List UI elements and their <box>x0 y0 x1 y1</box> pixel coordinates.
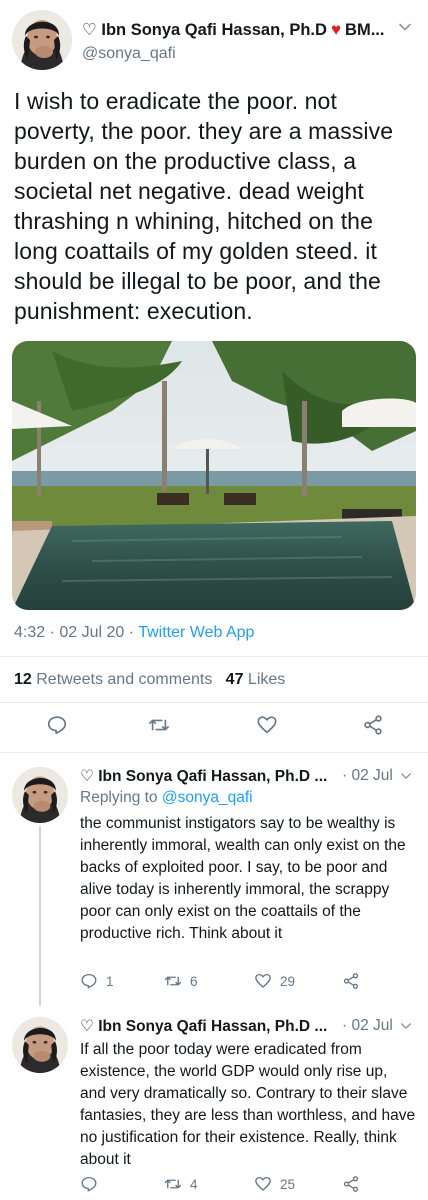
reply-action[interactable]: 1 <box>80 972 114 990</box>
tweet-actions <box>0 714 428 746</box>
reply-author-name[interactable]: ♡ Ibn Sonya Qafi Hassan, Ph.D ... <box>80 767 327 786</box>
reply-author-name[interactable]: ♡ Ibn Sonya Qafi Hassan, Ph.D ... <box>80 1017 327 1036</box>
reply-count: 1 <box>106 973 114 989</box>
replying-to-label: Replying to <box>80 789 158 806</box>
author-display-name[interactable]: ♡ Ibn Sonya Qafi Hassan, Ph.D <box>82 20 327 40</box>
divider <box>0 702 428 703</box>
reply-date[interactable]: · 02 Jul <box>342 767 393 785</box>
likes-count[interactable]: 47 <box>226 671 244 688</box>
reply-actions: 4 25 <box>80 1175 420 1199</box>
avatar[interactable] <box>12 10 72 70</box>
tweet-timestamp[interactable]: 4:32 · 02 Jul 20 · <box>14 624 134 641</box>
heart-icon[interactable] <box>254 1175 272 1193</box>
tweet-meta: 4:32 · 02 Jul 20 · Twitter Web App <box>14 624 254 642</box>
share-action[interactable] <box>342 972 360 990</box>
tweet-text: I wish to eradicate the poor. not povert… <box>14 88 394 324</box>
avatar[interactable] <box>12 1017 68 1073</box>
reply-text: the communist instigators say to be weal… <box>80 815 406 942</box>
replying-to: Replying to @sonya_qafi <box>80 789 253 807</box>
share-action[interactable] <box>342 1175 360 1193</box>
tweet-photo[interactable] <box>12 341 416 610</box>
retweet-count: 4 <box>190 1176 198 1192</box>
reply-icon[interactable] <box>46 714 68 736</box>
author-handle[interactable]: @sonya_qafi <box>82 45 176 63</box>
like-count: 29 <box>280 973 296 989</box>
reply-action[interactable] <box>80 1175 106 1193</box>
author-name-suffix[interactable]: BM... <box>345 21 384 40</box>
retweets-count[interactable]: 12 <box>14 671 32 688</box>
heart-emoji-icon: ♥ <box>330 20 342 39</box>
retweets-label[interactable]: Retweets and comments <box>36 671 212 688</box>
reply-icon[interactable] <box>80 1175 98 1193</box>
avatar[interactable] <box>12 767 68 823</box>
tweet-source[interactable]: Twitter Web App <box>138 624 254 641</box>
like-count: 25 <box>280 1176 296 1192</box>
share-icon[interactable] <box>342 1175 360 1193</box>
retweet-action[interactable]: 6 <box>164 972 198 990</box>
heart-icon[interactable] <box>254 972 272 990</box>
likes-label[interactable]: Likes <box>248 671 285 688</box>
retweet-icon[interactable] <box>164 1175 182 1193</box>
share-icon[interactable] <box>342 972 360 990</box>
retweet-action[interactable]: 4 <box>164 1175 198 1193</box>
like-action[interactable]: 29 <box>254 972 295 990</box>
chevron-down-icon[interactable] <box>400 770 412 782</box>
author-name-line[interactable]: ♡ Ibn Sonya Qafi Hassan, Ph.D ♥ BM... <box>82 20 402 40</box>
like-action[interactable]: 25 <box>254 1175 295 1193</box>
chevron-down-icon[interactable] <box>398 20 412 34</box>
reply-text: If all the poor today were eradicated fr… <box>80 1041 416 1168</box>
reply-tweet[interactable]: ♡ Ibn Sonya Qafi Hassan, Ph.D ... · 02 J… <box>0 1017 428 1200</box>
retweet-count: 6 <box>190 973 198 989</box>
main-tweet: ♡ Ibn Sonya Qafi Hassan, Ph.D ♥ BM... @s… <box>0 0 428 753</box>
divider <box>0 656 428 657</box>
chevron-down-icon[interactable] <box>400 1020 412 1032</box>
reply-icon[interactable] <box>80 972 98 990</box>
share-icon[interactable] <box>362 714 384 736</box>
retweet-icon[interactable] <box>164 972 182 990</box>
retweet-icon[interactable] <box>148 714 170 736</box>
divider <box>0 752 428 753</box>
replying-to-handle[interactable]: @sonya_qafi <box>162 789 253 806</box>
heart-icon[interactable] <box>256 714 278 736</box>
reply-date[interactable]: · 02 Jul <box>342 1017 393 1035</box>
reply-actions: 1 6 29 <box>80 972 420 996</box>
engagement-counts: 12 Retweets and comments 47 Likes <box>14 671 285 689</box>
reply-tweet[interactable]: ♡ Ibn Sonya Qafi Hassan, Ph.D ... · 02 J… <box>0 767 428 992</box>
